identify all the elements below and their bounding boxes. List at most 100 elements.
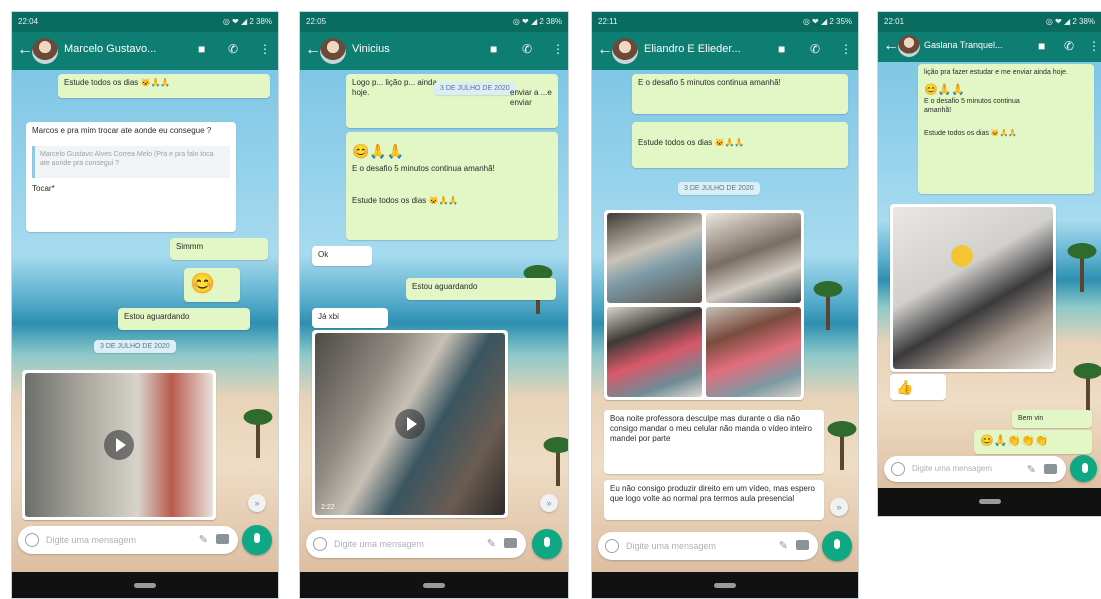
camera-icon[interactable] xyxy=(216,534,229,544)
message-bubble-incoming[interactable]: Já xbi xyxy=(312,308,388,328)
phone-call-icon[interactable]: ✆ xyxy=(522,42,532,56)
back-arrow-icon[interactable]: ← xyxy=(17,41,33,59)
more-options-icon[interactable]: ⋮ xyxy=(552,42,564,56)
video-message[interactable] xyxy=(22,370,216,520)
status-icons: ◎ ❤ ◢ 2 38% xyxy=(512,17,562,26)
contact-avatar[interactable] xyxy=(320,38,346,64)
back-arrow-icon[interactable]: ← xyxy=(597,41,613,59)
attach-icon[interactable]: ✎ xyxy=(1027,463,1036,476)
home-pill-icon[interactable] xyxy=(714,583,736,588)
message-bubble-outgoing[interactable]: Logo p... lição p... ainda hoje. 3 DE JU… xyxy=(346,74,558,128)
message-bubble-outgoing[interactable]: Estou aguardando xyxy=(406,278,556,300)
contact-avatar[interactable] xyxy=(898,35,920,57)
message-text: Marcos e pra mim trocar ate aonde eu con… xyxy=(32,126,212,135)
message-bubble-outgoing[interactable]: E o desafio 5 minutos continua amanhã! xyxy=(632,74,848,114)
message-bubble-outgoing[interactable]: Bem vin xyxy=(1012,410,1092,428)
video-call-icon[interactable]: ■ xyxy=(778,42,785,56)
message-bubble-outgoing[interactable]: 😊🙏🙏 E o desafio 5 minutos continua amanh… xyxy=(346,132,558,240)
message-bubble-outgoing[interactable]: Estude todos os dias 🐱🙏🙏 xyxy=(632,122,848,168)
contact-avatar[interactable] xyxy=(32,38,58,64)
chat-header: ← Eliandro E Elieder... ■ ✆ ⋮ xyxy=(592,32,858,70)
mic-button[interactable] xyxy=(532,529,562,559)
album-photo[interactable] xyxy=(607,213,702,303)
home-pill-icon[interactable] xyxy=(423,583,445,588)
message-bubble-incoming[interactable]: Marcos e pra mim trocar ate aonde eu con… xyxy=(26,122,236,232)
status-time: 22:01 xyxy=(884,17,905,26)
emoji-icon[interactable] xyxy=(25,533,39,547)
quoted-message[interactable]: Marcelo Gustavo Alves Correa Melo (Pra e… xyxy=(32,146,230,178)
video-message[interactable]: 2:22 xyxy=(312,330,508,518)
phone-screenshot-4: 22:01 ◎ ❤ ◢ 2 38% ← Gaslana Tranquel... … xyxy=(878,12,1101,516)
message-bubble-outgoing[interactable]: 😊 xyxy=(184,268,240,302)
album-photo[interactable] xyxy=(706,307,801,397)
video-thumbnail xyxy=(25,373,213,517)
android-nav-bar xyxy=(592,572,858,598)
message-input[interactable]: Digite uma mensagem ✎ xyxy=(884,456,1066,482)
more-options-icon[interactable]: ⋮ xyxy=(840,42,852,56)
message-input[interactable]: Digite uma mensagem ✎ xyxy=(306,530,526,558)
camera-icon[interactable] xyxy=(1044,464,1057,474)
contact-name[interactable]: Vinicius xyxy=(352,43,390,55)
home-pill-icon[interactable] xyxy=(978,499,1001,504)
scroll-down-icon[interactable]: » xyxy=(830,498,848,516)
video-call-icon[interactable]: ■ xyxy=(490,42,497,56)
attach-icon[interactable]: ✎ xyxy=(779,539,788,552)
message-bubble-incoming[interactable]: Boa noite professora desculpe mas durant… xyxy=(604,410,824,474)
video-call-icon[interactable]: ■ xyxy=(1038,39,1045,53)
attach-icon[interactable]: ✎ xyxy=(487,537,496,550)
phone-call-icon[interactable]: ✆ xyxy=(810,42,820,56)
album-photo[interactable] xyxy=(607,307,702,397)
input-placeholder: Digite uma mensagem xyxy=(334,539,425,549)
video-call-icon[interactable]: ■ xyxy=(198,42,205,56)
album-photo[interactable] xyxy=(706,213,801,303)
message-bubble-incoming[interactable]: Ok xyxy=(312,246,372,266)
scroll-down-icon[interactable]: » xyxy=(248,494,266,512)
phone-call-icon[interactable]: ✆ xyxy=(1064,39,1074,53)
message-text: E o desafio 5 minutos continua amanhã! xyxy=(924,98,1020,114)
more-options-icon[interactable]: ⋮ xyxy=(259,42,271,56)
palm-tree-decoration xyxy=(238,398,278,458)
message-emoji: 😊🙏👏👏👏 xyxy=(980,435,1049,447)
message-emoji: 👍 xyxy=(896,379,914,395)
message-bubble-outgoing[interactable]: Estou aguardando xyxy=(118,308,250,330)
message-text: Tocar* xyxy=(32,184,55,193)
camera-icon[interactable] xyxy=(796,540,809,550)
palm-tree-decoration xyxy=(1068,352,1101,412)
message-bubble-incoming[interactable]: Eu não consigo produzir direito em um ví… xyxy=(604,480,824,520)
scroll-down-icon[interactable]: » xyxy=(540,494,558,512)
message-bubble-outgoing[interactable]: Simmm xyxy=(170,238,268,260)
photo-message[interactable] xyxy=(890,204,1056,372)
contact-name[interactable]: Eliandro E Elieder... xyxy=(644,43,741,55)
contact-name[interactable]: Marcelo Gustavo... xyxy=(64,43,156,55)
message-bubble-outgoing[interactable]: Estude todos os dias 🐱🙏🙏 xyxy=(58,74,270,98)
play-icon[interactable] xyxy=(395,409,425,439)
chat-header: ← Vinicius ■ ✆ ⋮ xyxy=(300,32,568,70)
android-nav-bar xyxy=(300,572,568,598)
mic-button[interactable] xyxy=(1070,455,1097,482)
attach-icon[interactable]: ✎ xyxy=(199,533,208,546)
emoji-icon[interactable] xyxy=(313,537,327,551)
message-input[interactable]: Digite uma mensagem ✎ xyxy=(598,532,818,560)
contact-avatar[interactable] xyxy=(612,38,638,64)
phone-call-icon[interactable]: ✆ xyxy=(228,42,238,56)
more-options-icon[interactable]: ⋮ xyxy=(1088,39,1100,53)
back-arrow-icon[interactable]: ← xyxy=(883,37,899,55)
play-icon[interactable] xyxy=(104,430,134,460)
home-pill-icon[interactable] xyxy=(134,583,156,588)
mic-button[interactable] xyxy=(822,531,852,561)
message-input[interactable]: Digite uma mensagem ✎ xyxy=(18,526,238,554)
camera-icon[interactable] xyxy=(504,538,517,548)
contact-name[interactable]: Gaslana Tranquel... xyxy=(924,40,1003,50)
message-text: Ok xyxy=(318,250,329,259)
message-bubble-outgoing[interactable]: 😊🙏👏👏👏 xyxy=(974,430,1092,454)
photo-album-message[interactable] xyxy=(604,210,804,400)
mic-button[interactable] xyxy=(242,525,272,555)
back-arrow-icon[interactable]: ← xyxy=(305,41,321,59)
status-bar: 22:05 ◎ ❤ ◢ 2 38% xyxy=(300,12,568,32)
message-text: Logo p... lição p... ainda hoje. xyxy=(352,78,437,97)
message-bubble-incoming[interactable]: 👍 xyxy=(890,374,946,400)
emoji-icon[interactable] xyxy=(605,539,619,553)
emoji-icon[interactable] xyxy=(891,462,905,476)
video-duration: 2:22 xyxy=(321,504,335,511)
message-bubble-outgoing[interactable]: lição pra fazer estudar e me enviar aind… xyxy=(918,64,1094,194)
